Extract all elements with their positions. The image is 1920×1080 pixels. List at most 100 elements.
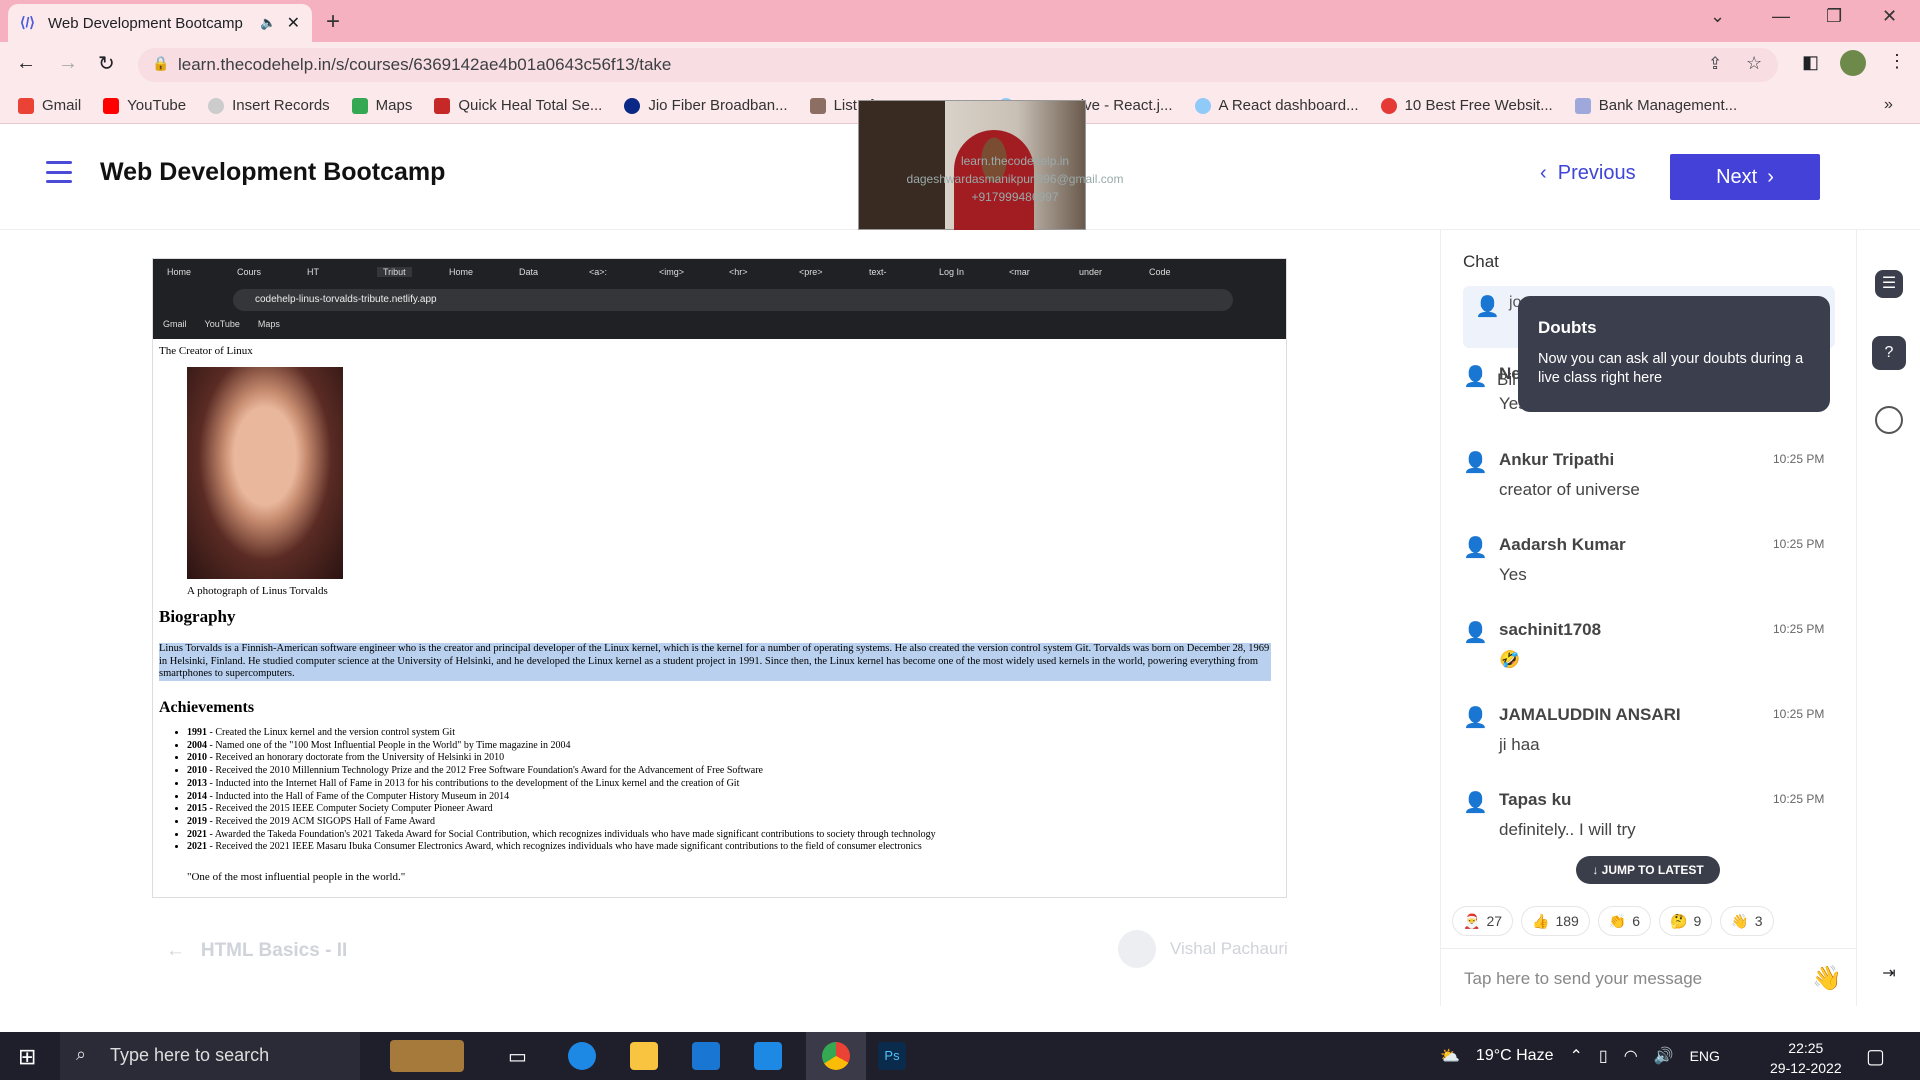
maps-icon (351, 97, 368, 114)
exit-icon[interactable]: ⇥ (1875, 960, 1903, 988)
shared-webpage: The Creator of Linux A photograph of Lin… (153, 339, 1286, 897)
bookmark-quick-heal[interactable]: Quick Heal Total Se... (434, 97, 602, 114)
tab-search-icon[interactable]: ⌄ (1710, 6, 1725, 27)
clock[interactable]: 22:25 29-12-2022 (1770, 1038, 1842, 1078)
bookmark-jio[interactable]: Jio Fiber Broadban... (624, 97, 788, 114)
previous-lesson-link[interactable]: ← HTML Basics - II (166, 940, 347, 962)
chat-message-input[interactable]: Tap here to send your message (1440, 948, 1856, 1006)
live-video-player[interactable]: Home Cours HT Tribut Home Data <a>: <img… (152, 258, 1287, 898)
creator-text: The Creator of Linux (159, 345, 253, 357)
chat-heading: Chat (1463, 252, 1499, 271)
bookmark-star-icon[interactable]: ☆ (1746, 53, 1762, 74)
bookmarks-overflow-icon[interactable]: » (1884, 96, 1893, 114)
doubts-icon[interactable]: ? (1872, 336, 1906, 370)
biography-heading: Biography (159, 607, 236, 626)
weather-text[interactable]: 19°C Haze (1476, 1047, 1554, 1065)
chevron-right-icon: › (1767, 165, 1774, 188)
shared-tab: <mar (1009, 267, 1030, 277)
forward-icon[interactable]: → (58, 52, 78, 75)
sidepanel-icon[interactable]: ◧ (1802, 52, 1819, 73)
chat-time: 10:25 PM (1773, 452, 1825, 466)
photoshop-icon[interactable]: Ps (878, 1042, 906, 1070)
volume-icon[interactable]: 🔊 (1654, 1046, 1674, 1066)
vscode-icon[interactable] (754, 1042, 782, 1070)
taskbar-search[interactable]: ⌕ Type here to search (60, 1032, 360, 1080)
gmail-icon (18, 97, 34, 114)
profile-avatar[interactable] (1840, 50, 1866, 76)
wifi-icon[interactable]: ◠ (1624, 1046, 1638, 1066)
browser-tab[interactable]: ⟨/⟩ Web Development Bootcamp 🔈 ✕ (8, 4, 312, 42)
reaction-count: 189 (1555, 913, 1579, 929)
chevron-up-icon[interactable]: ⌃ (1569, 1046, 1582, 1066)
battery-icon[interactable]: ▯ (1599, 1046, 1608, 1066)
reaction-chip[interactable]: 👏 6 (1597, 906, 1652, 936)
tab-audio-icon[interactable]: 🔈 (260, 15, 276, 31)
achievement-item: 2021 - Awarded the Takeda Foundation's 2… (187, 829, 936, 842)
shared-bookmarks: Gmail YouTube Maps (163, 319, 280, 329)
reaction-chip[interactable]: 🎅 27 (1452, 906, 1514, 936)
address-bar[interactable]: 🔒 learn.thecodehelp.in/s/courses/6369142… (138, 48, 1778, 82)
notification-icon[interactable]: ▢ (1866, 1044, 1885, 1069)
reaction-chip[interactable]: 🤔 9 (1659, 906, 1713, 936)
reload-icon[interactable]: ↻ (98, 51, 115, 76)
maximize-button[interactable]: ❐ (1826, 6, 1842, 27)
shared-tab: HT (307, 267, 319, 277)
tab-close-icon[interactable]: ✕ (287, 13, 300, 33)
shared-tab: Data (519, 267, 539, 277)
bookmark-free-websites[interactable]: 10 Best Free Websit... (1380, 97, 1553, 114)
poll-icon[interactable] (1875, 406, 1903, 434)
achievement-item: 2014 - Inducted into the Hall of Fame of… (187, 791, 936, 804)
previous-button[interactable]: ‹ Previous (1540, 162, 1636, 185)
reaction-count: 27 (1486, 913, 1503, 929)
share-icon[interactable]: ⇪ (1708, 54, 1722, 74)
side-rail: ☰ ? ⇥ (1856, 230, 1920, 1006)
jump-to-latest-button[interactable]: ↓ JUMP TO LATEST (1576, 856, 1720, 884)
user-icon: 👤 (1463, 366, 1488, 388)
reaction-chip[interactable]: 👍 189 (1521, 906, 1590, 936)
bookmark-bank-management[interactable]: Bank Management... (1574, 97, 1737, 114)
windows-start-icon[interactable]: ⊞ (18, 1044, 36, 1070)
next-button[interactable]: Next › (1670, 154, 1820, 200)
windows-taskbar: ⊞ ⌕ Type here to search ▭ Ps ⛅ 19°C Haze… (0, 1032, 1920, 1080)
shared-tab: Log In (939, 267, 965, 277)
shared-tab: <hr> (729, 267, 748, 277)
chat-icon[interactable]: ☰ (1875, 270, 1903, 298)
chat-username: Tapas ku (1499, 790, 1572, 809)
reaction-icon: 🤔 (1670, 912, 1688, 929)
chat-text: definitely.. I will try (1499, 820, 1636, 839)
menu-hamburger-icon[interactable] (46, 161, 72, 183)
chrome-taskbar-item[interactable] (806, 1032, 866, 1080)
url-text: learn.thecodehelp.in/s/courses/6369142ae… (178, 55, 672, 74)
achievement-item: 2019 - Received the 2019 ACM SIGOPS Hall… (187, 816, 936, 829)
achievement-item: 2021 - Received the 2021 IEEE Masaru Ibu… (187, 841, 936, 854)
reaction-chip[interactable]: 👋 3 (1720, 906, 1774, 936)
achievement-item: 2015 - Received the 2015 IEEE Computer S… (187, 803, 936, 816)
close-window-button[interactable]: ✕ (1882, 6, 1897, 27)
bookmark-youtube[interactable]: YouTube (103, 97, 186, 114)
task-view-icon[interactable]: ▭ (508, 1044, 527, 1069)
minimize-button[interactable]: — (1772, 6, 1790, 27)
bookmark-insert-records[interactable]: Insert Records (208, 97, 330, 114)
back-icon[interactable]: ← (16, 52, 36, 75)
course-title: Web Development Bootcamp (100, 158, 446, 186)
bookmark-react-dashboard[interactable]: A React dashboard... (1194, 97, 1359, 114)
language-indicator[interactable]: ENG (1690, 1048, 1720, 1064)
achievements-list: 1991 - Created the Linux kernel and the … (187, 727, 936, 854)
mail-icon[interactable] (692, 1042, 720, 1070)
reaction-icon: 🎅 (1463, 912, 1481, 929)
chat-text: Yes (1499, 565, 1527, 584)
achievement-item: 2010 - Received the 2010 Millennium Tech… (187, 765, 936, 778)
bookmark-maps[interactable]: Maps (351, 97, 412, 114)
taskbar-store-icon[interactable] (390, 1040, 464, 1072)
avatar (1118, 930, 1156, 968)
chat-time: 10:25 PM (1773, 707, 1825, 721)
edge-icon[interactable] (568, 1042, 596, 1070)
weather-icon: ⛅ (1440, 1048, 1460, 1065)
wave-icon[interactable]: 👋 (1812, 964, 1842, 993)
menu-kebab-icon[interactable]: ⋮ (1888, 51, 1906, 72)
reaction-icon: 👋 (1731, 912, 1749, 929)
bookmark-site-icon (1574, 97, 1591, 114)
bookmark-gmail[interactable]: Gmail (18, 97, 81, 114)
new-tab-button[interactable]: + (326, 8, 340, 36)
file-explorer-icon[interactable] (630, 1042, 658, 1070)
